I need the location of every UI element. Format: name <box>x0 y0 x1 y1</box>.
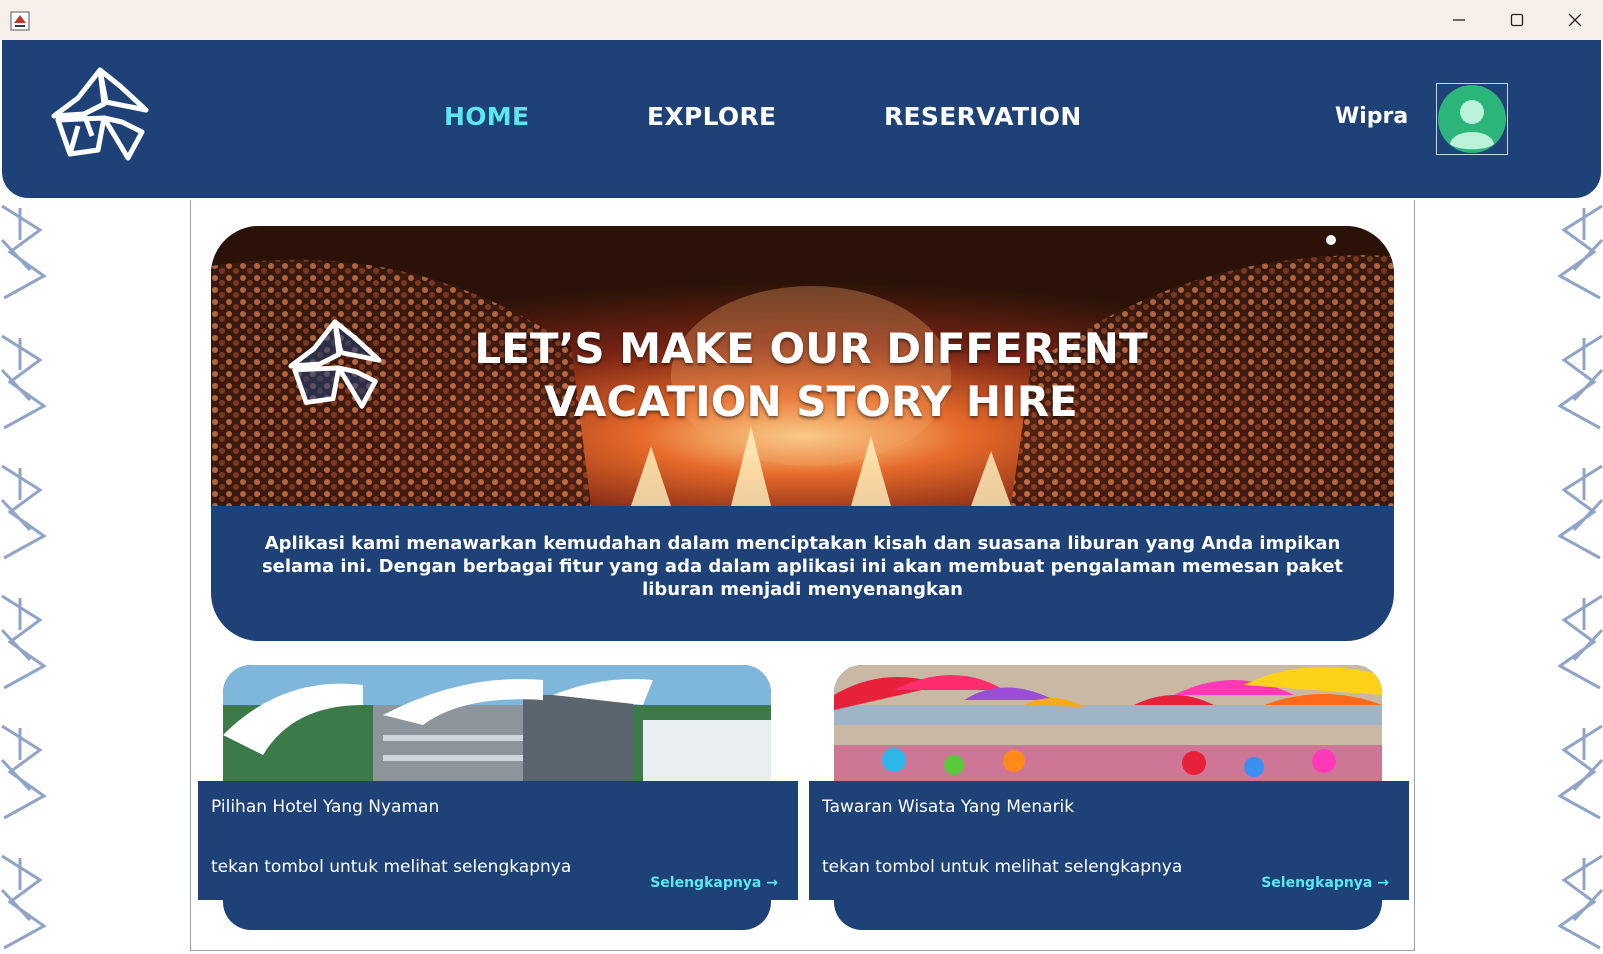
nav-explore[interactable]: EXPLORE <box>647 102 776 131</box>
origami-bird-watermark <box>288 319 382 409</box>
hero-title-line2: VACATION STORY HIRE <box>544 377 1078 426</box>
decorative-pattern-right <box>1557 204 1603 950</box>
username-label: Wipra <box>1335 104 1409 129</box>
tourism-card-subtitle: tekan tombol untuk melihat selengkapnya <box>822 857 1183 877</box>
maximize-icon <box>1510 13 1524 27</box>
maximize-button[interactable] <box>1488 0 1546 40</box>
hotel-photo <box>223 665 771 781</box>
hotel-card-panel: Pilihan Hotel Yang Nyaman tekan tombol u… <box>198 781 798 900</box>
beach-umbrellas-photo <box>834 665 1382 781</box>
tourism-card: Tawaran Wisata Yang Menarik tekan tombol… <box>809 665 1409 930</box>
hero-title: LET’S MAKE OUR DIFFERENT VACATION STORY … <box>441 322 1181 428</box>
decorative-pattern-left <box>0 204 47 950</box>
nav-home[interactable]: HOME <box>444 102 529 131</box>
hero-title-line1: LET’S MAKE OUR DIFFERENT <box>474 324 1148 373</box>
hero-banner: LET’S MAKE OUR DIFFERENT VACATION STORY … <box>211 226 1394 641</box>
avatar-button[interactable] <box>1436 83 1508 155</box>
hotel-card: Pilihan Hotel Yang Nyaman tekan tombol u… <box>198 665 798 930</box>
hotel-card-subtitle: tekan tombol untuk melihat selengkapnya <box>211 857 572 877</box>
main-navbar: HOME EXPLORE RESERVATION Wipra <box>2 40 1601 198</box>
minimize-button[interactable] <box>1430 0 1488 40</box>
nav-reservation[interactable]: RESERVATION <box>884 102 1082 131</box>
hotel-more-link[interactable]: Selengkapnya → <box>650 875 778 891</box>
tourism-card-title: Tawaran Wisata Yang Menarik <box>822 797 1075 817</box>
tourism-more-link[interactable]: Selengkapnya → <box>1261 875 1389 891</box>
close-icon <box>1568 13 1582 27</box>
window-titlebar <box>0 0 1603 40</box>
hero-description: Aplikasi kami menawarkan kemudahan dalam… <box>261 533 1344 600</box>
user-avatar-icon <box>1438 85 1506 153</box>
tourism-card-panel: Tawaran Wisata Yang Menarik tekan tombol… <box>809 781 1409 900</box>
java-app-icon <box>10 11 30 31</box>
hotel-card-title: Pilihan Hotel Yang Nyaman <box>211 797 440 817</box>
origami-bird-logo[interactable] <box>48 66 152 166</box>
close-button[interactable] <box>1546 0 1603 40</box>
minimize-icon <box>1453 19 1465 21</box>
